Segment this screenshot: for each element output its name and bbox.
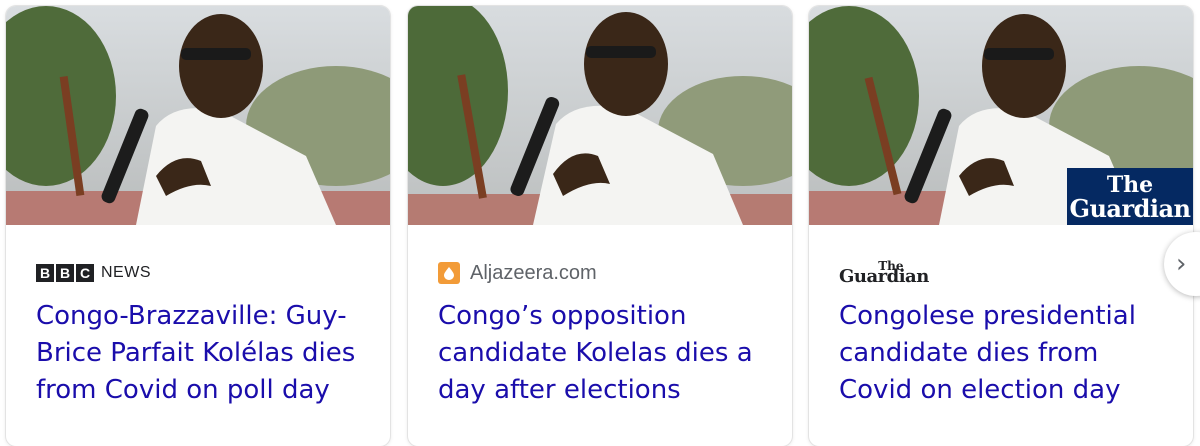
guardian-badge-name: Guardian [1069, 194, 1191, 223]
guardian-badge-the: The [1106, 172, 1154, 198]
news-thumbnail[interactable] [6, 6, 390, 225]
source-name: NEWS [101, 264, 151, 281]
aljazeera-icon [438, 262, 460, 284]
bbc-letter: B [36, 264, 54, 282]
news-card[interactable]: B B C NEWS Congo-Brazzaville: Guy-Brice … [6, 6, 390, 446]
guardian-badge-logo: The Guardian [1067, 168, 1193, 225]
news-headline[interactable]: Congo’s opposition candidate Kolelas die… [438, 298, 778, 409]
news-headline[interactable]: Congolese presidential candidate dies fr… [839, 298, 1179, 409]
bbc-letter: C [76, 264, 94, 282]
guardian-logo-name: Guardian [839, 265, 929, 287]
news-source: Aljazeera.com [438, 258, 597, 288]
news-card[interactable]: The Guardian The Guardian Congolese pres… [809, 6, 1193, 446]
news-source: The Guardian [839, 258, 929, 288]
news-source: B B C NEWS [36, 258, 151, 288]
chevron-right-icon: › [1176, 249, 1187, 279]
news-thumbnail[interactable] [408, 6, 792, 225]
news-headline[interactable]: Congo-Brazzaville: Guy-Brice Parfait Kol… [36, 298, 376, 409]
bbc-news-logo: B B C NEWS [36, 264, 151, 282]
guardian-logo: The Guardian [839, 260, 929, 287]
news-thumbnail[interactable]: The Guardian [809, 6, 1193, 225]
bbc-letter: B [56, 264, 74, 282]
news-card[interactable]: Aljazeera.com Congo’s opposition candida… [408, 6, 792, 446]
source-name: Aljazeera.com [470, 261, 597, 284]
